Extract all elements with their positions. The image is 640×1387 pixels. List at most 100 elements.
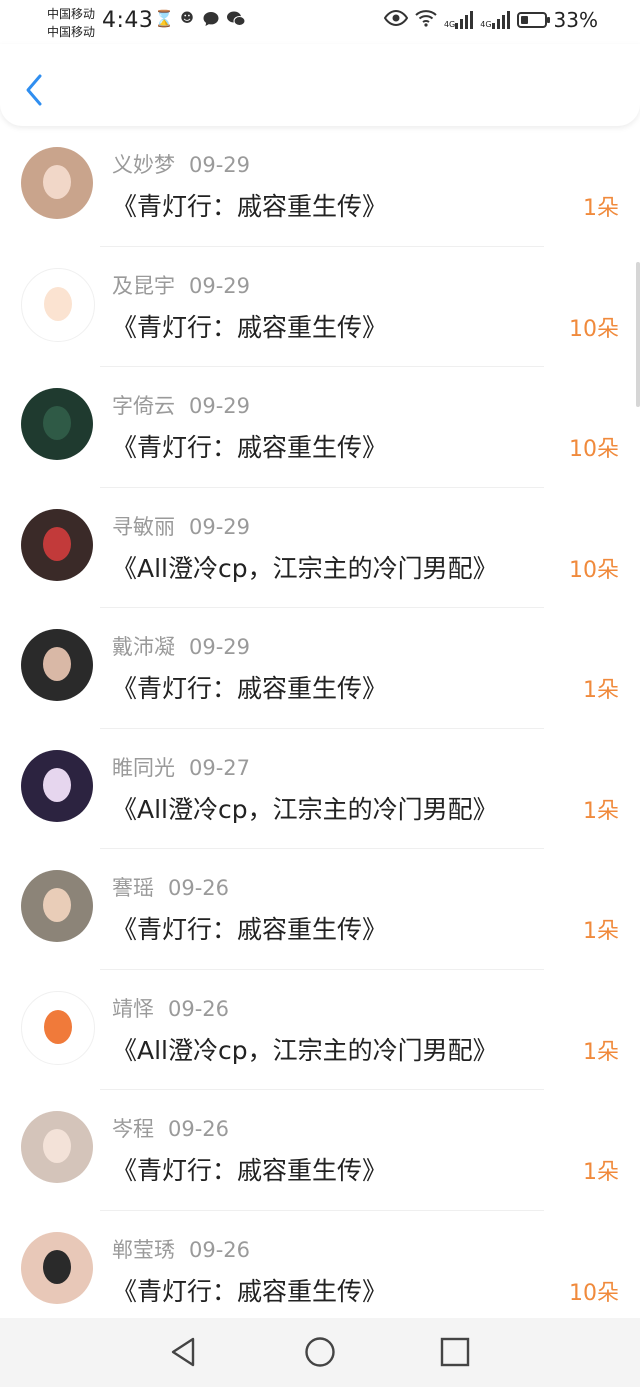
book-title[interactable]: 《青灯行：戚容重生传》 (112, 669, 387, 705)
nav-back-button[interactable] (165, 1334, 201, 1370)
list-item[interactable]: 謇瑶 09-26 《青灯行：戚容重生传》 1朵 (0, 849, 640, 970)
carrier-labels: 中国移动 中国移动 (47, 5, 95, 41)
gift-date: 09-29 (189, 394, 251, 418)
gift-count: 10朵 (569, 316, 619, 342)
gift-date: 09-29 (189, 635, 251, 659)
top-app-bar (0, 44, 640, 126)
status-bar: 中国移动 中国移动 4:43 ⌛ ☻ 4G 4G 33% (0, 0, 640, 44)
list-item[interactable]: 字倚云 09-29 《青灯行：戚容重生传》 10朵 (0, 367, 640, 488)
user-meta: 戴沛凝 09-29 (112, 631, 250, 661)
recents-square-icon (440, 1337, 470, 1367)
nav-recents-button[interactable] (437, 1334, 473, 1370)
chat-bubble-icon (202, 10, 220, 28)
avatar-face (43, 165, 71, 199)
gift-count: 10朵 (569, 557, 619, 583)
gift-date: 09-27 (189, 755, 251, 780)
nav-home-button[interactable] (302, 1334, 338, 1370)
user-name[interactable]: 义妙梦 (112, 153, 175, 177)
gift-count: 1朵 (583, 678, 619, 703)
eye-icon (383, 9, 409, 30)
gift-count: 1朵 (583, 196, 619, 221)
avatar-face (43, 767, 71, 802)
battery-percent: 33% (553, 8, 598, 32)
avatar-face (44, 286, 72, 321)
book-title[interactable]: 《All澄冷cp，江宗主的冷门男配》 (112, 790, 498, 826)
battery-level (520, 16, 528, 24)
book-title[interactable]: 《All澄冷cp，江宗主的冷门男配》 (112, 549, 498, 585)
avatar[interactable] (21, 388, 93, 460)
user-meta: 靖怿 09-26 (112, 993, 229, 1023)
avatar[interactable] (21, 629, 93, 701)
system-navigation-bar (0, 1318, 640, 1387)
list-item[interactable]: 郸莹琇 09-26 《青灯行：戚容重生传》 10朵 (0, 1211, 640, 1332)
user-meta: 謇瑶 09-26 (112, 872, 229, 902)
avatar-face (44, 1009, 72, 1044)
avatar-face (43, 406, 71, 440)
user-name[interactable]: 字倚云 (112, 394, 175, 418)
list-item[interactable]: 睢同光 09-27 《All澄冷cp，江宗主的冷门男配》 1朵 (0, 729, 640, 849)
book-title[interactable]: 《青灯行：戚容重生传》 (112, 1272, 387, 1308)
user-meta: 字倚云 09-29 (112, 390, 250, 420)
book-title[interactable]: 《青灯行：戚容重生传》 (112, 187, 387, 223)
gift-count: 1朵 (583, 919, 619, 944)
book-title[interactable]: 《青灯行：戚容重生传》 (112, 1151, 387, 1187)
gift-list: 义妙梦 09-29 《青灯行：戚容重生传》 1朵 及昆宇 09-29 《青灯行：戚容重生传》… (0, 126, 640, 1331)
avatar[interactable] (21, 990, 95, 1065)
list-item[interactable]: 及昆宇 09-29 《青灯行：戚容重生传》 10朵 (0, 247, 640, 367)
list-item[interactable]: 靖怿 09-26 《All澄冷cp，江宗主的冷门男配》 1朵 (0, 970, 640, 1090)
user-name[interactable]: 寻敏丽 (112, 515, 175, 539)
user-name[interactable]: 岑程 (112, 1117, 154, 1141)
wifi-icon (415, 9, 437, 31)
hourglass-icon: ⌛ (154, 9, 174, 28)
gift-count: 1朵 (583, 1039, 619, 1065)
gift-count: 1朵 (583, 1160, 619, 1185)
carrier-1: 中国移动 (47, 7, 96, 21)
gift-count: 10朵 (569, 437, 619, 462)
avatar[interactable] (21, 870, 93, 942)
gift-date: 09-29 (189, 153, 251, 177)
user-meta: 及昆宇 09-29 (112, 270, 250, 300)
gift-date: 09-29 (189, 514, 251, 539)
gift-date: 09-26 (168, 996, 230, 1021)
user-meta: 睢同光 09-27 (112, 752, 250, 782)
gift-date: 09-29 (189, 273, 251, 298)
avatar-face (43, 526, 71, 561)
gift-count: 1朵 (583, 798, 619, 824)
clock: 4:43 (102, 8, 154, 33)
gift-date: 09-26 (189, 1237, 251, 1262)
signal-4g-icon: 4G (444, 11, 474, 29)
gift-date: 09-26 (168, 1117, 230, 1141)
gift-count: 10朵 (569, 1280, 619, 1306)
chevron-left-icon (26, 74, 42, 106)
user-name[interactable]: 謇瑶 (112, 876, 154, 900)
user-name[interactable]: 靖怿 (112, 997, 154, 1021)
avatar[interactable] (21, 1111, 93, 1183)
list-item[interactable]: 寻敏丽 09-29 《All澄冷cp，江宗主的冷门男配》 10朵 (0, 488, 640, 608)
book-title[interactable]: 《青灯行：戚容重生传》 (112, 308, 387, 344)
notification-icons: ⌛ ☻ (154, 9, 246, 28)
scrollbar[interactable] (636, 262, 640, 407)
user-meta: 岑程 09-26 (112, 1113, 229, 1143)
avatar[interactable] (21, 508, 93, 581)
user-name[interactable]: 及昆宇 (112, 274, 175, 298)
list-item[interactable]: 岑程 09-26 《青灯行：戚容重生传》 1朵 (0, 1090, 640, 1211)
user-name[interactable]: 戴沛凝 (112, 635, 175, 659)
home-circle-icon (305, 1337, 335, 1367)
avatar[interactable] (21, 267, 95, 342)
book-title[interactable]: 《All澄冷cp，江宗主的冷门男配》 (112, 1031, 498, 1067)
user-meta: 义妙梦 09-29 (112, 149, 250, 179)
back-button[interactable] (18, 70, 50, 110)
list-item[interactable]: 义妙梦 09-29 《青灯行：戚容重生传》 1朵 (0, 126, 640, 247)
battery-icon (516, 12, 550, 28)
back-triangle-icon (171, 1337, 195, 1367)
avatar[interactable] (21, 1231, 93, 1304)
carrier-2: 中国移动 (47, 25, 96, 39)
avatar[interactable] (21, 749, 93, 822)
book-title[interactable]: 《青灯行：戚容重生传》 (112, 428, 387, 464)
book-title[interactable]: 《青灯行：戚容重生传》 (112, 910, 387, 946)
user-name[interactable]: 睢同光 (112, 756, 175, 780)
avatar[interactable] (21, 147, 93, 219)
list-item[interactable]: 戴沛凝 09-29 《青灯行：戚容重生传》 1朵 (0, 608, 640, 729)
user-name[interactable]: 郸莹琇 (112, 1238, 175, 1262)
avatar-face (43, 647, 71, 681)
